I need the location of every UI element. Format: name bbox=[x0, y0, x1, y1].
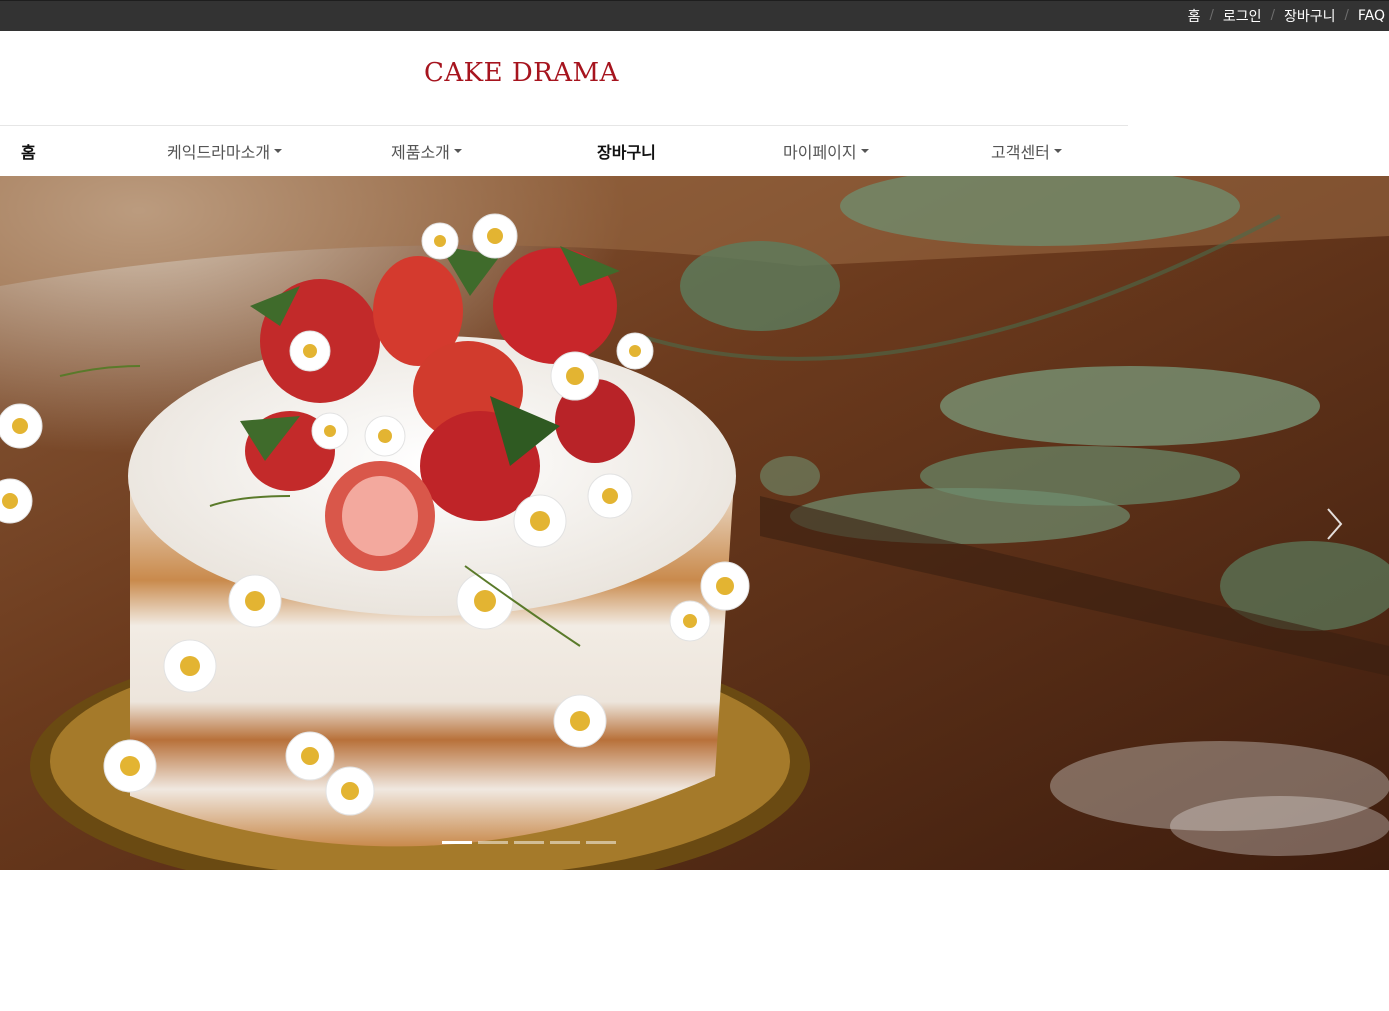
carousel-indicator[interactable] bbox=[586, 841, 616, 844]
utility-link-faq[interactable]: FAQ bbox=[1358, 8, 1385, 24]
nav-item-label: 고객센터 bbox=[991, 143, 1050, 162]
nav-item-label: 제품소개 bbox=[391, 143, 450, 162]
utility-links: 홈 / 로그인 / 장바구니 / FAQ bbox=[1188, 1, 1385, 30]
chevron-right-icon bbox=[1327, 508, 1343, 540]
carousel-indicator[interactable] bbox=[514, 841, 544, 844]
utility-link-cart[interactable]: 장바구니 bbox=[1284, 6, 1336, 26]
nav-item-label: 홈 bbox=[21, 143, 36, 162]
hero-carousel[interactable] bbox=[0, 176, 1389, 870]
breadcrumb-separator: / bbox=[1209, 8, 1214, 23]
utility-link-login[interactable]: 로그인 bbox=[1223, 6, 1262, 26]
nav-item-label: 장바구니 bbox=[597, 143, 656, 162]
utility-link-home[interactable]: 홈 bbox=[1188, 6, 1201, 26]
breadcrumb-separator: / bbox=[1270, 8, 1275, 23]
caret-down-icon bbox=[453, 149, 462, 153]
nav-item-label: 케익드라마소개 bbox=[167, 143, 271, 162]
main-nav: 홈 케익드라마소개 제품소개 장바구니 마이페이지 고객센터 bbox=[0, 126, 1128, 176]
carousel-next-button[interactable] bbox=[1319, 506, 1349, 542]
nav-item-home[interactable]: 홈 bbox=[21, 126, 36, 176]
caret-down-icon bbox=[860, 149, 869, 153]
breadcrumb-separator: / bbox=[1344, 8, 1349, 23]
nav-item-about[interactable]: 케익드라마소개 bbox=[167, 126, 283, 176]
nav-item-cart[interactable]: 장바구니 bbox=[597, 126, 656, 176]
nav-item-mypage[interactable]: 마이페이지 bbox=[783, 126, 869, 176]
carousel-indicator[interactable] bbox=[442, 841, 472, 844]
top-utility-bar: 홈 / 로그인 / 장바구니 / FAQ bbox=[0, 0, 1389, 31]
nav-item-label: 마이페이지 bbox=[783, 143, 857, 162]
hero-slide-image bbox=[0, 176, 1389, 870]
site-logo[interactable]: CAKE DRAMA bbox=[424, 58, 619, 88]
carousel-indicator[interactable] bbox=[550, 841, 580, 844]
nav-item-products[interactable]: 제품소개 bbox=[391, 126, 462, 176]
carousel-indicators bbox=[442, 841, 616, 844]
caret-down-icon bbox=[1053, 149, 1062, 153]
caret-down-icon bbox=[274, 149, 283, 153]
carousel-indicator[interactable] bbox=[478, 841, 508, 844]
nav-item-support[interactable]: 고객센터 bbox=[991, 126, 1062, 176]
